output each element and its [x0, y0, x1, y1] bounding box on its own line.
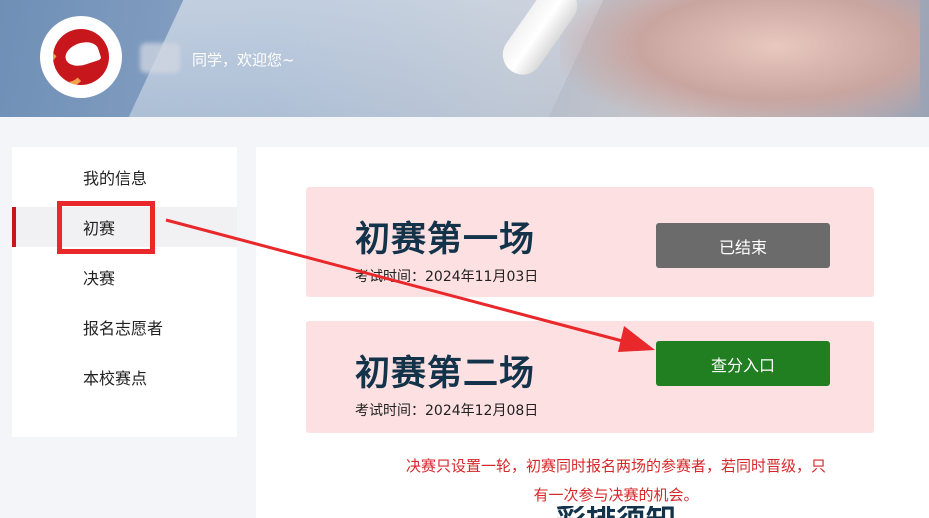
- sidebar-item-label: 报名志愿者: [83, 319, 164, 338]
- main-content: 初赛第一场 考试时间：2024年11月03日 已结束 初赛第二场 考试时间：20…: [256, 147, 929, 518]
- sidebar: 我的信息 初赛 决赛 报名志愿者 本校赛点: [12, 147, 237, 437]
- school-bird-logo-icon: [53, 29, 109, 85]
- ended-button[interactable]: 已结束: [656, 223, 830, 268]
- exam-time: 考试时间：2024年11月03日: [355, 269, 539, 285]
- exam-card-round-1: 初赛第一场 考试时间：2024年11月03日 已结束: [306, 187, 874, 297]
- header-banner: 同学，欢迎您~: [0, 0, 929, 117]
- final-notice: 决赛只设置一轮，初赛同时报名两场的参赛者，若同时晋级，只 有一次参与决赛的机会。: [356, 452, 876, 510]
- sidebar-item-label: 我的信息: [83, 169, 148, 188]
- welcome-text: 同学，欢迎您~: [192, 51, 295, 69]
- section-heading-text: 彩排须知: [556, 506, 676, 518]
- sidebar-item-label: 初赛: [83, 219, 116, 238]
- exam-title: 初赛第一场: [355, 220, 536, 260]
- exam-card-round-2: 初赛第二场 考试时间：2024年12月08日 查分入口: [306, 321, 874, 433]
- section-heading-cut: 彩排须知: [556, 506, 676, 518]
- sidebar-item-my-info[interactable]: 我的信息: [12, 157, 237, 197]
- sidebar-item-preliminary[interactable]: 初赛: [12, 207, 237, 247]
- score-query-button[interactable]: 查分入口: [656, 341, 830, 386]
- sidebar-item-school-venue[interactable]: 本校赛点: [12, 357, 237, 397]
- sidebar-item-volunteer[interactable]: 报名志愿者: [12, 307, 237, 347]
- exam-title: 初赛第二场: [355, 354, 536, 394]
- notice-line: 决赛只设置一轮，初赛同时报名两场的参赛者，若同时晋级，只: [405, 457, 826, 475]
- user-name-blurred: [140, 43, 180, 73]
- exam-time: 考试时间：2024年12月08日: [355, 403, 539, 419]
- sidebar-item-final[interactable]: 决赛: [12, 257, 237, 297]
- banner-hand-image: [560, 0, 920, 117]
- sidebar-item-label: 本校赛点: [83, 369, 148, 388]
- avatar: [40, 16, 122, 98]
- sidebar-item-label: 决赛: [83, 269, 116, 288]
